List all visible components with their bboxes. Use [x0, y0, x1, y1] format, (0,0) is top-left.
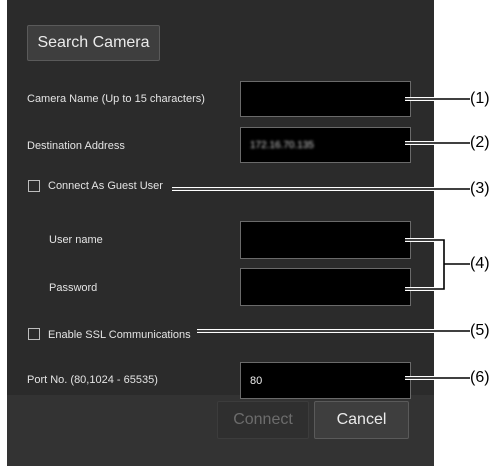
callout-6: (6) — [470, 369, 490, 386]
callout-lines — [172, 97, 470, 380]
callout-3: (3) — [470, 180, 490, 197]
callout-2: (2) — [470, 134, 490, 151]
callout-4: (4) — [470, 255, 490, 272]
callout-5: (5) — [470, 322, 490, 339]
callout-1: (1) — [470, 90, 490, 107]
